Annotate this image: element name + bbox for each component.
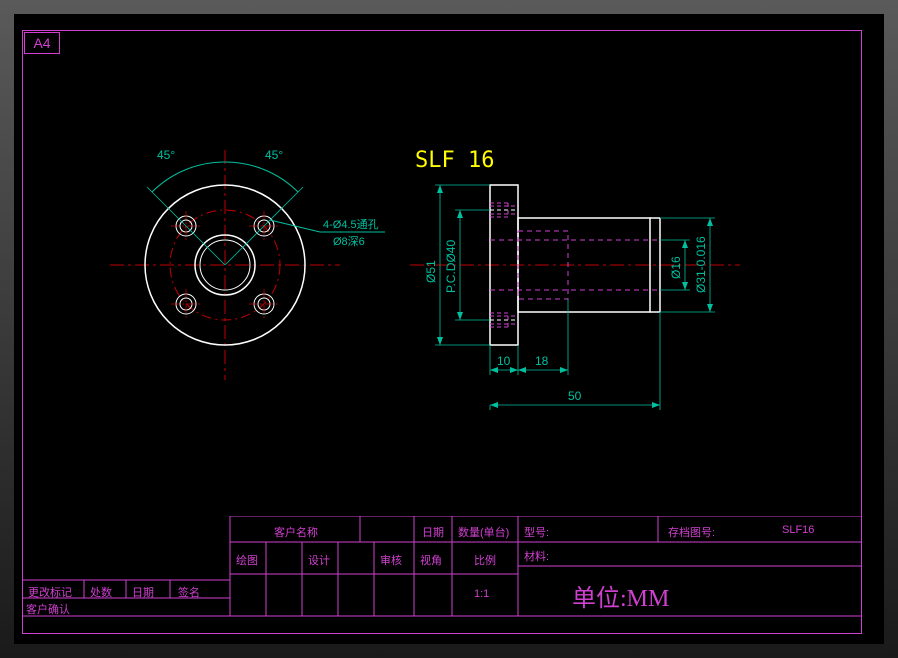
tb-archive: 存档图号: — [668, 524, 715, 540]
dim-len50: 50 — [568, 389, 582, 403]
tb-change: 更改标记 — [28, 584, 72, 600]
tb-sign: 签名 — [178, 584, 200, 600]
tb-confirm: 客户确认 — [26, 601, 70, 617]
dim-len10: 10 — [497, 354, 511, 368]
tb-scale-label: 比例 — [474, 552, 496, 568]
hole-note-1: 4-Ø4.5通孔 — [323, 218, 379, 231]
hole-note-2: Ø8深6 — [333, 235, 365, 248]
tb-place: 处数 — [90, 584, 112, 600]
tb-angle: 视角 — [420, 552, 442, 568]
tb-archive-val: SLF16 — [782, 524, 814, 536]
tb-model: 型号: — [524, 524, 549, 540]
dim-pcd: P.C.DØ40 — [444, 240, 458, 293]
angle-right: 45° — [265, 148, 283, 162]
tb-qty: 数量(单台) — [458, 524, 509, 540]
tb-scale-val: 1:1 — [474, 588, 489, 600]
tb-review: 审核 — [380, 552, 402, 568]
dim-len18: 18 — [535, 354, 549, 368]
dim-dia16: Ø16 — [669, 256, 683, 279]
tb-date: 日期 — [132, 584, 154, 600]
dim-dia31: Ø31-0.016 — [694, 236, 708, 293]
dim-dia51: Ø51 — [424, 260, 438, 283]
tb-material: 材料: — [524, 548, 549, 564]
angle-left: 45° — [157, 148, 175, 162]
tb-design: 设计 — [308, 552, 330, 568]
tb-customer: 客户名称 — [274, 524, 318, 540]
tb-unit: 单位:MM — [572, 578, 669, 613]
title-block: 更改标记 处数 日期 签名 客户确认 客户名称 日期 数量(单台) 型号: 存档… — [22, 516, 862, 634]
tb-draw: 绘图 — [236, 552, 258, 568]
tb-date-label: 日期 — [422, 524, 444, 540]
